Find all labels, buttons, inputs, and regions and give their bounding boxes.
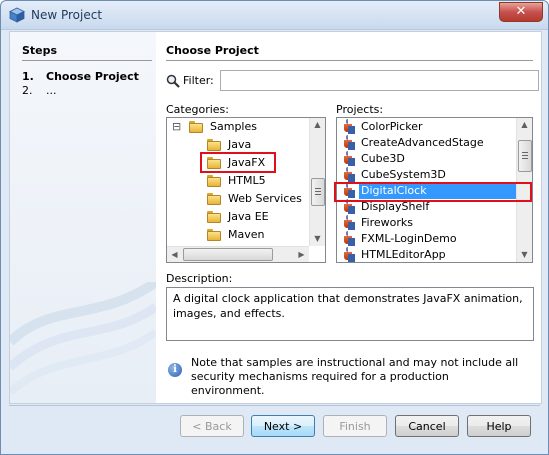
footer-divider (9, 405, 540, 406)
description-label: Description: (166, 272, 233, 285)
step-number: 1. (22, 70, 34, 83)
netbeans-cube-icon (9, 7, 25, 23)
tree-item-label: Samples (210, 120, 257, 133)
categories-tree[interactable]: ⊟ Samples Java JavaFX HTML5 Web Services (166, 117, 326, 263)
scroll-thumb[interactable] (183, 248, 273, 261)
scroll-up-arrow-icon[interactable]: ▲ (517, 118, 532, 132)
javafx-project-icon (341, 215, 355, 230)
decorative-waves-graphic (10, 282, 156, 396)
scroll-right-arrow-icon[interactable]: ▶ (294, 247, 309, 262)
scroll-up-arrow-icon[interactable]: ▲ (310, 118, 325, 132)
javafx-project-icon (341, 135, 355, 150)
description-text-area[interactable]: A digital clock application that demonst… (166, 287, 534, 341)
title-bar[interactable]: New Project ✕ (1, 1, 548, 30)
folder-open-icon (189, 121, 203, 133)
categories-vertical-scrollbar[interactable]: ▲ ▼ (309, 118, 325, 246)
page-title: Choose Project (166, 44, 259, 57)
close-button[interactable]: ✕ (499, 2, 543, 22)
steps-panel: Steps 1. Choose Project 2.... (10, 32, 156, 403)
steps-title: Steps (22, 44, 58, 57)
step-label: Choose Project (46, 70, 139, 83)
filter-label: Filter: (183, 74, 214, 87)
tree-item-label: Web Services (228, 192, 302, 205)
title-divider (166, 60, 533, 61)
folder-icon (207, 211, 221, 223)
javafx-highlight-box (200, 152, 276, 173)
filter-input[interactable] (220, 70, 539, 91)
javafx-project-icon (341, 151, 355, 166)
help-button[interactable]: Help (467, 415, 531, 437)
javafx-project-icon (341, 167, 355, 182)
scroll-left-arrow-icon[interactable]: ◀ (167, 247, 182, 262)
javafx-project-icon (341, 231, 355, 246)
step-number: 2. (22, 84, 33, 97)
collapse-icon[interactable]: ⊟ (172, 118, 181, 136)
dialog-content: Steps 1. Choose Project 2.... Choose Proj… (9, 31, 542, 404)
step-item-choose-project: 1. Choose Project (22, 70, 139, 83)
javafx-project-icon (341, 247, 355, 262)
finish-button[interactable]: Finish (323, 415, 387, 437)
steps-divider (22, 60, 152, 61)
folder-icon (207, 229, 221, 241)
projects-label: Projects: (336, 103, 384, 116)
scroll-thumb[interactable] (518, 140, 532, 172)
cancel-button[interactable]: Cancel (395, 415, 459, 437)
close-icon: ✕ (515, 4, 527, 19)
scroll-thumb[interactable] (311, 178, 325, 206)
magnifier-icon (166, 74, 180, 88)
back-button[interactable]: < Back (180, 415, 244, 437)
step-label: ... (46, 84, 57, 97)
categories-label: Categories: (166, 103, 229, 116)
scroll-down-arrow-icon[interactable]: ▼ (517, 248, 532, 262)
samples-note: Note that samples are instructional and … (191, 356, 519, 397)
tree-item-label: HTML5 (228, 174, 266, 187)
step-item-next: 2.... (22, 84, 57, 97)
list-item-label: HTMLEditorApp (361, 248, 446, 261)
folder-icon (207, 175, 221, 187)
categories-horizontal-scrollbar[interactable]: ◀ ▶ (167, 246, 309, 262)
folder-icon (207, 193, 221, 205)
next-button[interactable]: Next > (251, 415, 315, 437)
tree-item-label: Maven (228, 228, 265, 241)
scroll-down-arrow-icon[interactable]: ▼ (310, 232, 325, 246)
window-title: New Project (31, 8, 103, 22)
new-project-window: New Project ✕ Steps 1. Choose Project 2..… (0, 0, 549, 455)
javafx-project-icon (341, 119, 355, 134)
tree-item-label: Java EE (228, 210, 269, 223)
info-icon: i (168, 363, 182, 377)
list-item-htmleditorapp[interactable]: HTMLEditorApp (337, 246, 516, 262)
digitalclock-highlight-box (334, 182, 532, 202)
folder-icon (207, 139, 221, 151)
